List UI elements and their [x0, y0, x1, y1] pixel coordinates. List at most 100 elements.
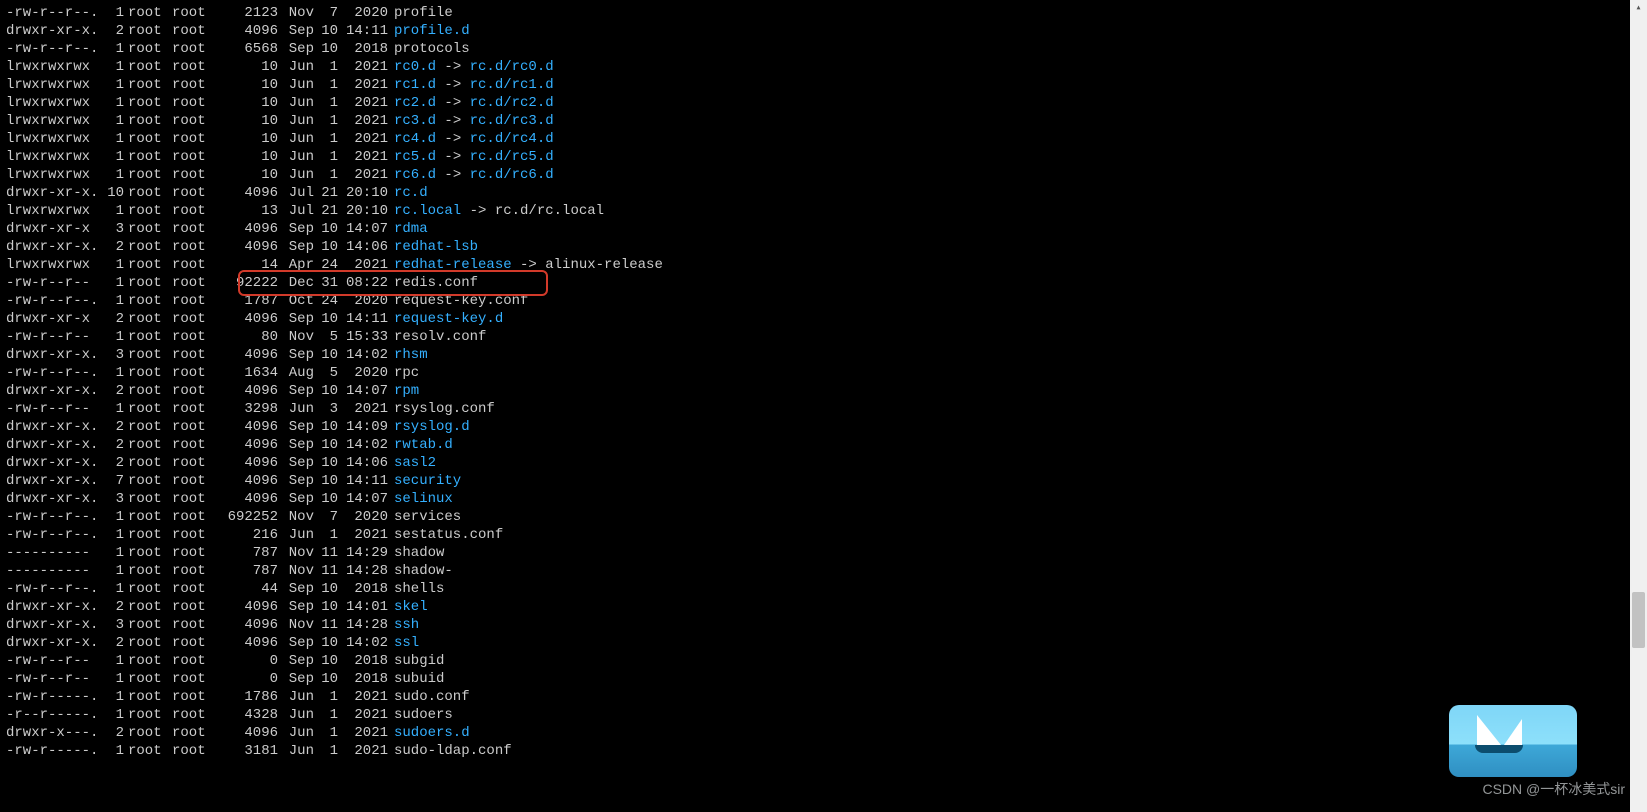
time: 2020 [338, 4, 388, 22]
month: Nov [278, 328, 314, 346]
filename: shells [388, 581, 444, 597]
month: Sep [278, 634, 314, 652]
ls-row: -rw-r--r--.1rootroot692252Nov72020servic… [6, 508, 1546, 526]
size: 1786 [212, 688, 278, 706]
filename: rdma [388, 221, 428, 237]
ls-row: -rw-r--r--1rootroot0Sep102018subuid [6, 670, 1546, 688]
time: 14:07 [338, 220, 388, 238]
link-count: 2 [104, 598, 124, 616]
permissions: drwxr-xr-x [6, 220, 104, 238]
day: 7 [314, 4, 338, 22]
filename: redis.conf [388, 275, 478, 291]
month: Jun [278, 400, 314, 418]
link-count: 1 [104, 112, 124, 130]
ls-row: drwxr-xr-x.3rootroot4096Nov1114:28ssh [6, 616, 1546, 634]
size: 4096 [212, 418, 278, 436]
permissions: lrwxrwxrwx [6, 202, 104, 220]
symlink-arrow: -> [436, 113, 470, 129]
filename: subgid [388, 653, 444, 669]
permissions: -rw-r--r-- [6, 328, 104, 346]
group: root [168, 346, 212, 364]
link-count: 2 [104, 454, 124, 472]
group: root [168, 652, 212, 670]
month: Sep [278, 40, 314, 58]
group: root [168, 94, 212, 112]
ls-row: -rw-r--r--.1rootroot1634Aug52020rpc [6, 364, 1546, 382]
size: 4328 [212, 706, 278, 724]
symlink-target: rc.d/rc6.d [470, 167, 554, 183]
day: 10 [314, 238, 338, 256]
permissions: lrwxrwxrwx [6, 256, 104, 274]
symlink-target: rc.d/rc3.d [470, 113, 554, 129]
day: 1 [314, 688, 338, 706]
floating-badge[interactable] [1449, 705, 1577, 777]
size: 10 [212, 148, 278, 166]
owner: root [124, 40, 168, 58]
month: Jun [278, 166, 314, 184]
day: 10 [314, 598, 338, 616]
ls-row: -rw-r--r--1rootroot3298Jun32021rsyslog.c… [6, 400, 1546, 418]
filename: security [388, 473, 461, 489]
link-count: 1 [104, 706, 124, 724]
permissions: lrwxrwxrwx [6, 76, 104, 94]
month: Nov [278, 616, 314, 634]
filename: sestatus.conf [388, 527, 503, 543]
link-count: 2 [104, 436, 124, 454]
size: 92222 [212, 274, 278, 292]
permissions: lrwxrwxrwx [6, 130, 104, 148]
size: 692252 [212, 508, 278, 526]
link-count: 3 [104, 616, 124, 634]
ls-row: drwxr-xr-x.2rootroot4096Sep1014:01skel [6, 598, 1546, 616]
link-count: 10 [104, 184, 124, 202]
group: root [168, 256, 212, 274]
ls-row: lrwxrwxrwx1rootroot10Jun12021rc3.d -> rc… [6, 112, 1546, 130]
permissions: lrwxrwxrwx [6, 94, 104, 112]
size: 4096 [212, 184, 278, 202]
owner: root [124, 202, 168, 220]
owner: root [124, 238, 168, 256]
symlink-arrow: -> [436, 59, 470, 75]
day: 1 [314, 526, 338, 544]
permissions: ---------- [6, 544, 104, 562]
permissions: -rw-r-----. [6, 688, 104, 706]
group: root [168, 436, 212, 454]
scroll-up-button[interactable]: ▴ [1630, 0, 1647, 17]
size: 4096 [212, 634, 278, 652]
time: 14:07 [338, 490, 388, 508]
ls-row: drwxr-xr-x.2rootroot4096Sep1014:11profil… [6, 22, 1546, 40]
time: 14:11 [338, 22, 388, 40]
month: Sep [278, 580, 314, 598]
filename: rc6.d [388, 167, 436, 183]
month: Sep [278, 436, 314, 454]
month: Jul [278, 184, 314, 202]
month: Sep [278, 454, 314, 472]
ls-row: lrwxrwxrwx1rootroot10Jun12021rc4.d -> rc… [6, 130, 1546, 148]
link-count: 1 [104, 400, 124, 418]
owner: root [124, 256, 168, 274]
time: 14:02 [338, 634, 388, 652]
permissions: -rw-r--r--. [6, 364, 104, 382]
time: 14:02 [338, 436, 388, 454]
scrollbar[interactable]: ▴ [1630, 0, 1647, 812]
filename: resolv.conf [388, 329, 486, 345]
size: 4096 [212, 238, 278, 256]
group: root [168, 148, 212, 166]
month: Sep [278, 670, 314, 688]
ls-row: -rw-r--r--.1rootroot216Jun12021sestatus.… [6, 526, 1546, 544]
day: 10 [314, 382, 338, 400]
link-count: 1 [104, 688, 124, 706]
size: 4096 [212, 724, 278, 742]
size: 10 [212, 166, 278, 184]
day: 10 [314, 472, 338, 490]
permissions: drwxr-xr-x. [6, 634, 104, 652]
size: 4096 [212, 382, 278, 400]
size: 4096 [212, 472, 278, 490]
permissions: -rw-r--r-- [6, 274, 104, 292]
month: Oct [278, 292, 314, 310]
time: 14:02 [338, 346, 388, 364]
ls-row: ----------1rootroot787Nov1114:28shadow- [6, 562, 1546, 580]
scroll-thumb[interactable] [1632, 592, 1645, 648]
size: 0 [212, 652, 278, 670]
filename: rc5.d [388, 149, 436, 165]
time: 14:28 [338, 616, 388, 634]
